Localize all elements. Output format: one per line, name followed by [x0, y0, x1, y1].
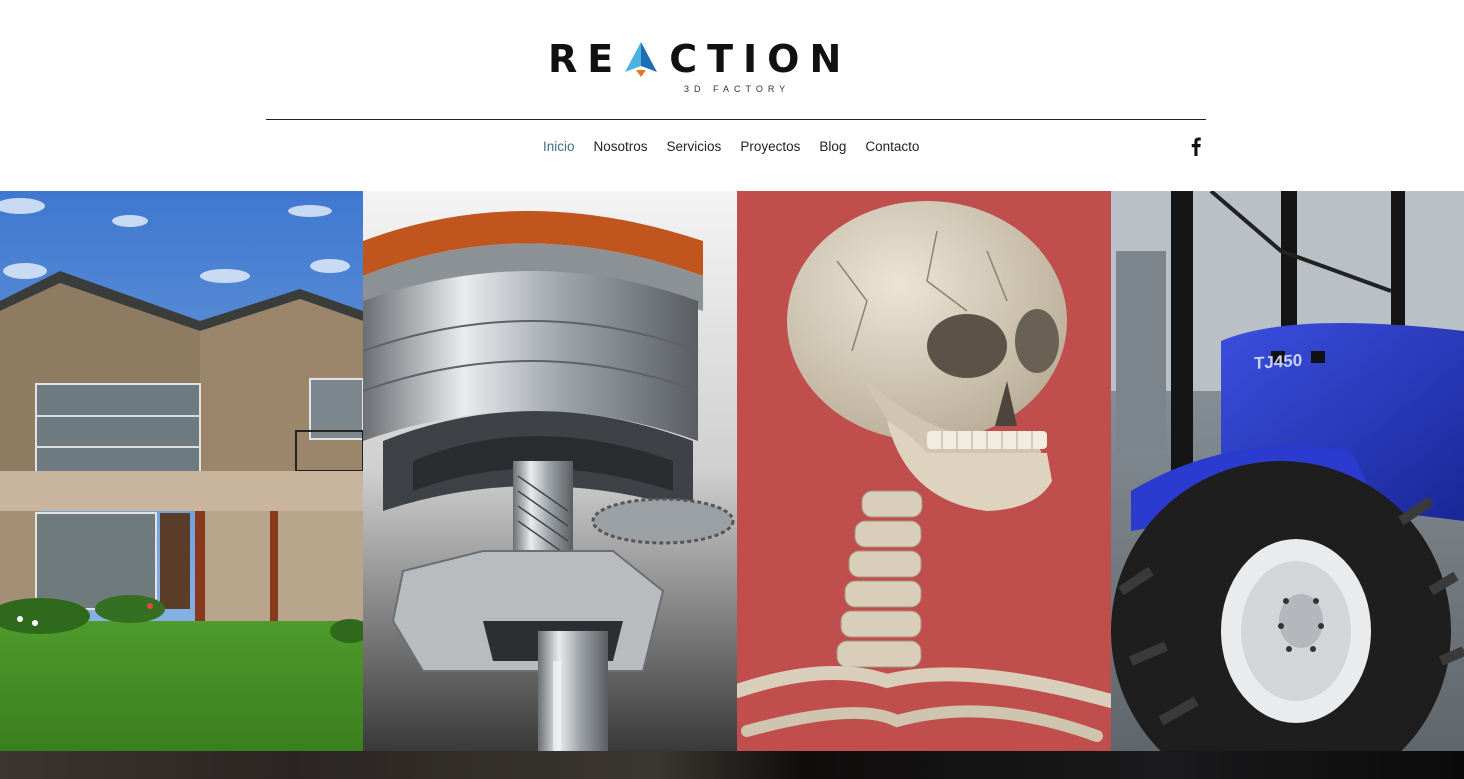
brand-name-part2: CTION [669, 37, 852, 81]
nav-item-servicios[interactable]: Servicios [667, 137, 722, 156]
brand-name-part1: RE [548, 37, 624, 81]
nav-item-inicio[interactable]: Inicio [543, 137, 575, 156]
tractor-model-label: TJ450 [1254, 351, 1302, 373]
main-nav: Inicio Nosotros Servicios Proyectos Blog… [543, 137, 938, 156]
facebook-icon[interactable] [1187, 136, 1205, 156]
hero-image-skull [737, 191, 1111, 751]
hero-image-tractor: TJ450 [1111, 191, 1464, 751]
next-section-preview [0, 751, 1464, 779]
brand-logo[interactable]: RE CTION 3D FACTORY [548, 37, 922, 96]
brand-tagline: 3D FACTORY [684, 84, 791, 94]
triangle-logo-icon [625, 42, 658, 77]
hero-image-gearbox [363, 191, 737, 751]
nav-item-blog[interactable]: Blog [819, 137, 846, 156]
nav-item-proyectos[interactable]: Proyectos [740, 137, 800, 156]
brand-wordmark: RE CTION [548, 37, 852, 81]
nav-item-contacto[interactable]: Contacto [865, 137, 919, 156]
nav-item-nosotros[interactable]: Nosotros [594, 137, 648, 156]
hero-gallery: TJ450 [0, 191, 1464, 751]
header-divider [266, 119, 1206, 120]
hero-image-house [0, 191, 363, 751]
